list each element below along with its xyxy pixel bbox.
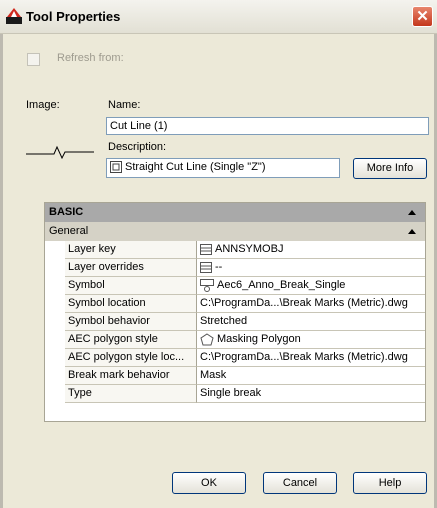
property-value-cell[interactable]: ANNSYMOBJ xyxy=(197,241,425,259)
layer-key-icon xyxy=(200,243,212,255)
category-label: BASIC xyxy=(49,206,84,218)
group-header-general[interactable]: General xyxy=(45,222,425,241)
refresh-from-label: Refresh from: xyxy=(57,52,124,64)
property-value-cell[interactable]: Masking Polygon xyxy=(197,331,425,349)
image-label: Image: xyxy=(26,99,60,111)
property-row-layer-key[interactable]: Layer key ANNSYMOBJ xyxy=(65,241,425,259)
ok-button[interactable]: OK xyxy=(172,472,246,494)
layer-overrides-icon xyxy=(200,261,212,273)
help-button[interactable]: Help xyxy=(353,472,427,494)
window-frame-left xyxy=(0,34,3,508)
property-value[interactable]: Stretched xyxy=(197,313,425,331)
group-label: General xyxy=(49,225,89,237)
property-name: Symbol xyxy=(65,277,197,295)
property-value[interactable]: Single break xyxy=(197,385,425,403)
property-value[interactable]: C:\ProgramDa...\Break Marks (Metric).dwg xyxy=(197,295,425,313)
property-value: Aec6_Anno_Break_Single xyxy=(217,279,346,291)
autocad-logo-icon xyxy=(6,8,22,24)
collapse-arrow-icon[interactable] xyxy=(408,210,416,215)
property-value[interactable]: C:\ProgramDa...\Break Marks (Metric).dwg xyxy=(197,349,425,367)
property-value: Masking Polygon xyxy=(217,333,301,345)
collapse-arrow-icon[interactable] xyxy=(408,229,416,234)
description-label: Description: xyxy=(108,141,167,153)
name-field[interactable]: Cut Line (1) xyxy=(106,117,429,135)
property-value-cell[interactable]: Aec6_Anno_Break_Single xyxy=(197,277,425,295)
cut-line-preview-icon xyxy=(26,145,94,159)
property-name: Layer key xyxy=(65,241,197,259)
property-row-type[interactable]: Type Single break xyxy=(65,385,425,403)
property-row-aec-polygon-style[interactable]: AEC polygon style Masking Polygon xyxy=(65,331,425,349)
category-header-basic[interactable]: BASIC xyxy=(45,203,425,222)
property-name: Layer overrides xyxy=(65,259,197,277)
property-name: Symbol location xyxy=(65,295,197,313)
symbol-icon xyxy=(200,278,214,292)
description-edit-icon xyxy=(110,161,122,174)
window-title: Tool Properties xyxy=(26,9,121,24)
more-info-button[interactable]: More Info xyxy=(353,158,427,179)
close-button[interactable]: ✕ xyxy=(412,6,433,27)
polygon-icon xyxy=(200,332,214,346)
property-row-layer-overrides[interactable]: Layer overrides -- xyxy=(65,259,425,277)
property-value[interactable]: Mask xyxy=(197,367,425,385)
property-row-symbol[interactable]: Symbol Aec6_Anno_Break_Single xyxy=(65,277,425,295)
property-row-symbol-location[interactable]: Symbol location C:\ProgramDa...\Break Ma… xyxy=(65,295,425,313)
property-name: AEC polygon style xyxy=(65,331,197,349)
property-row-break-mark-behavior[interactable]: Break mark behavior Mask xyxy=(65,367,425,385)
property-value: ANNSYMOBJ xyxy=(215,243,284,255)
property-name: AEC polygon style loc... xyxy=(65,349,197,367)
name-label: Name: xyxy=(108,99,141,111)
property-name: Type xyxy=(65,385,197,403)
property-value: -- xyxy=(215,261,223,273)
description-value: Straight Cut Line (Single "Z") xyxy=(125,161,266,173)
refresh-from-checkbox[interactable] xyxy=(27,53,40,66)
title-bar: Tool Properties ✕ xyxy=(0,0,437,34)
property-row-symbol-behavior[interactable]: Symbol behavior Stretched xyxy=(65,313,425,331)
property-name: Break mark behavior xyxy=(65,367,197,385)
description-field[interactable]: Straight Cut Line (Single "Z") xyxy=(106,158,340,178)
property-row-aec-polygon-style-location[interactable]: AEC polygon style loc... C:\ProgramDa...… xyxy=(65,349,425,367)
property-name: Symbol behavior xyxy=(65,313,197,331)
cancel-button[interactable]: Cancel xyxy=(263,472,337,494)
properties-grid: BASIC General Layer key ANNSYMOBJ Layer … xyxy=(44,202,426,422)
property-value-cell[interactable]: -- xyxy=(197,259,425,277)
